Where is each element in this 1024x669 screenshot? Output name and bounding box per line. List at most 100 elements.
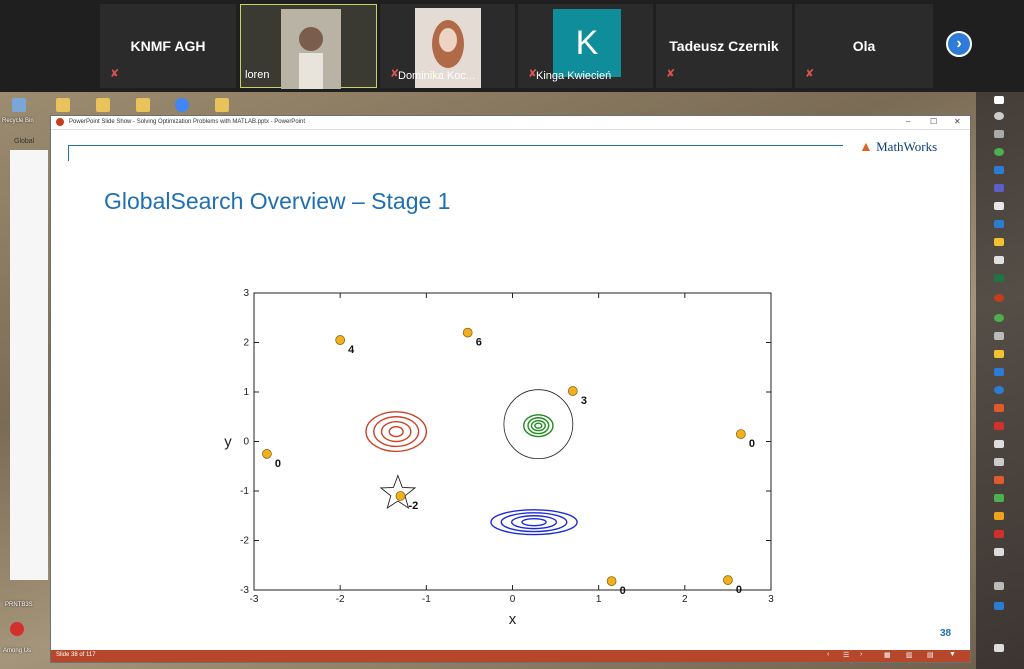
basin-circle: [503, 389, 574, 460]
app-icon[interactable]: [994, 368, 1004, 376]
start-point: [462, 327, 473, 338]
participant-tile[interactable]: KNMF AGH ✘: [100, 4, 236, 88]
system-tray-icon[interactable]: [994, 582, 1004, 590]
mathworks-logo: ▲ MathWorks: [859, 139, 937, 156]
app-icon[interactable]: [994, 530, 1004, 538]
background-window-title: Global: [14, 138, 35, 145]
contour-line: [380, 421, 412, 443]
participant-tile[interactable]: Ola ✘: [795, 4, 933, 88]
participant-tile[interactable]: Tadeusz Czernik ✘: [656, 4, 792, 88]
sorter-view-button[interactable]: ▥: [906, 651, 913, 659]
participant-caption: Dominika Koc...: [398, 70, 476, 82]
participant-name: Tadeusz Czernik: [669, 38, 779, 54]
contour-line: [388, 425, 404, 438]
recycle-bin-icon[interactable]: [12, 98, 26, 112]
app-icon[interactable]: [994, 476, 1004, 484]
app-icon[interactable]: [994, 350, 1004, 358]
slide-title: GlobalSearch Overview – Stage 1: [104, 188, 451, 214]
contour-line: [530, 420, 546, 432]
slide-sorter-button[interactable]: ☰: [843, 651, 849, 659]
x-tick-label: 1: [596, 594, 602, 605]
header-rule: [68, 145, 69, 161]
folder-icon[interactable]: [215, 98, 229, 112]
x-tick-label: 2: [682, 594, 688, 605]
powerpoint-icon[interactable]: [994, 294, 1004, 302]
teams-icon[interactable]: [994, 184, 1004, 192]
participant-name: KNMF AGH: [130, 38, 206, 54]
background-window: Global: [10, 138, 48, 580]
start-point: [735, 429, 746, 439]
folder-icon[interactable]: [136, 98, 150, 112]
app-icon[interactable]: [994, 494, 1004, 502]
participant-caption: Kinga Kwiecień: [536, 70, 612, 82]
task-view-icon[interactable]: [994, 130, 1004, 138]
app-icon[interactable]: [994, 458, 1004, 466]
folder-icon[interactable]: [56, 98, 70, 112]
participant-tile-video[interactable]: ✘ Dominika Koc...: [380, 4, 515, 88]
app-icon[interactable]: [994, 314, 1004, 322]
close-button[interactable]: ✕: [954, 117, 961, 126]
app-icon[interactable]: [994, 332, 1004, 340]
chrome-icon[interactable]: [175, 98, 189, 112]
membrane-icon: ▲: [859, 140, 873, 155]
slideshow-menu-button[interactable]: ▼: [949, 651, 956, 658]
system-tray-icon[interactable]: [994, 602, 1004, 610]
mic-off-icon: ✘: [805, 68, 815, 80]
start-icon[interactable]: [994, 96, 1004, 104]
window-title: PowerPoint Slide Show - Solving Optimiza…: [69, 119, 305, 125]
outlook-icon[interactable]: [994, 166, 1004, 174]
participant-tile[interactable]: K ✘ Kinga Kwiecień: [518, 4, 653, 88]
app-icon[interactable]: [994, 256, 1004, 264]
normal-view-button[interactable]: ▦: [884, 651, 891, 659]
desktop-icon-label: Among Us: [3, 648, 32, 654]
slide-counter: Slide 38 of 117: [56, 652, 96, 658]
app-icon[interactable]: [994, 548, 1004, 556]
app-icon[interactable]: [994, 386, 1004, 394]
header-rule: [68, 145, 843, 146]
minimize-button[interactable]: –: [906, 117, 910, 126]
start-point: [567, 386, 578, 396]
next-participants-button[interactable]: ›: [946, 31, 972, 57]
x-tick-label: -3: [250, 594, 259, 605]
app-icon[interactable]: [994, 202, 1004, 210]
excel-icon[interactable]: [994, 274, 1004, 282]
app-icon[interactable]: [994, 422, 1004, 430]
y-tick-label: -1: [240, 486, 249, 497]
point-label: 0: [275, 458, 281, 470]
app-icon[interactable]: [994, 220, 1004, 228]
desktop-icon-label: PRNTB3S: [5, 602, 33, 608]
start-point: [606, 576, 617, 586]
notification-icon[interactable]: [994, 644, 1004, 652]
y-axis-label: y: [224, 434, 232, 451]
point-label: 0: [736, 584, 742, 596]
maximize-button[interactable]: ☐: [930, 117, 937, 126]
app-icon[interactable]: [994, 404, 1004, 412]
x-tick-label: 0: [510, 594, 516, 605]
window-title-bar: PowerPoint Slide Show - Solving Optimiza…: [51, 116, 970, 130]
folder-icon[interactable]: [96, 98, 110, 112]
point-label: 4: [348, 344, 355, 356]
scatter-plot: -3 -2 -1 0 1 2 3 -3 -2 -1 0 1 2 3 x y 4 6 3 0 0 -2 0 0: [224, 288, 774, 628]
contour-line: [490, 509, 578, 536]
slide-number: 38: [940, 628, 952, 639]
reading-view-button[interactable]: ▤: [927, 651, 934, 659]
slide: ▲ MathWorks GlobalSearch Overview – Stag…: [51, 130, 970, 650]
app-icon[interactable]: [994, 512, 1004, 520]
next-slide-button[interactable]: ›: [860, 651, 862, 658]
folder-icon[interactable]: [994, 238, 1004, 246]
previous-slide-button[interactable]: ‹: [827, 651, 829, 658]
chevron-right-icon: ›: [956, 35, 962, 52]
participant-tile-video[interactable]: loren: [240, 4, 377, 89]
mic-off-icon: ✘: [110, 68, 120, 80]
y-tick-label: -2: [240, 536, 249, 547]
participant-bar: KNMF AGH ✘ loren ✘ Dominika Koc... K ✘ K…: [0, 0, 1024, 92]
app-icon[interactable]: [994, 440, 1004, 448]
point-label: 0: [749, 438, 755, 450]
among-us-icon[interactable]: [10, 622, 24, 636]
chrome-icon[interactable]: [994, 148, 1004, 156]
search-icon[interactable]: [994, 112, 1004, 120]
y-tick-label: -3: [240, 585, 249, 596]
contour-line: [534, 422, 543, 429]
start-point: [262, 449, 272, 459]
points-group: 4 6 3 0 0 -2 0 0: [262, 327, 755, 597]
